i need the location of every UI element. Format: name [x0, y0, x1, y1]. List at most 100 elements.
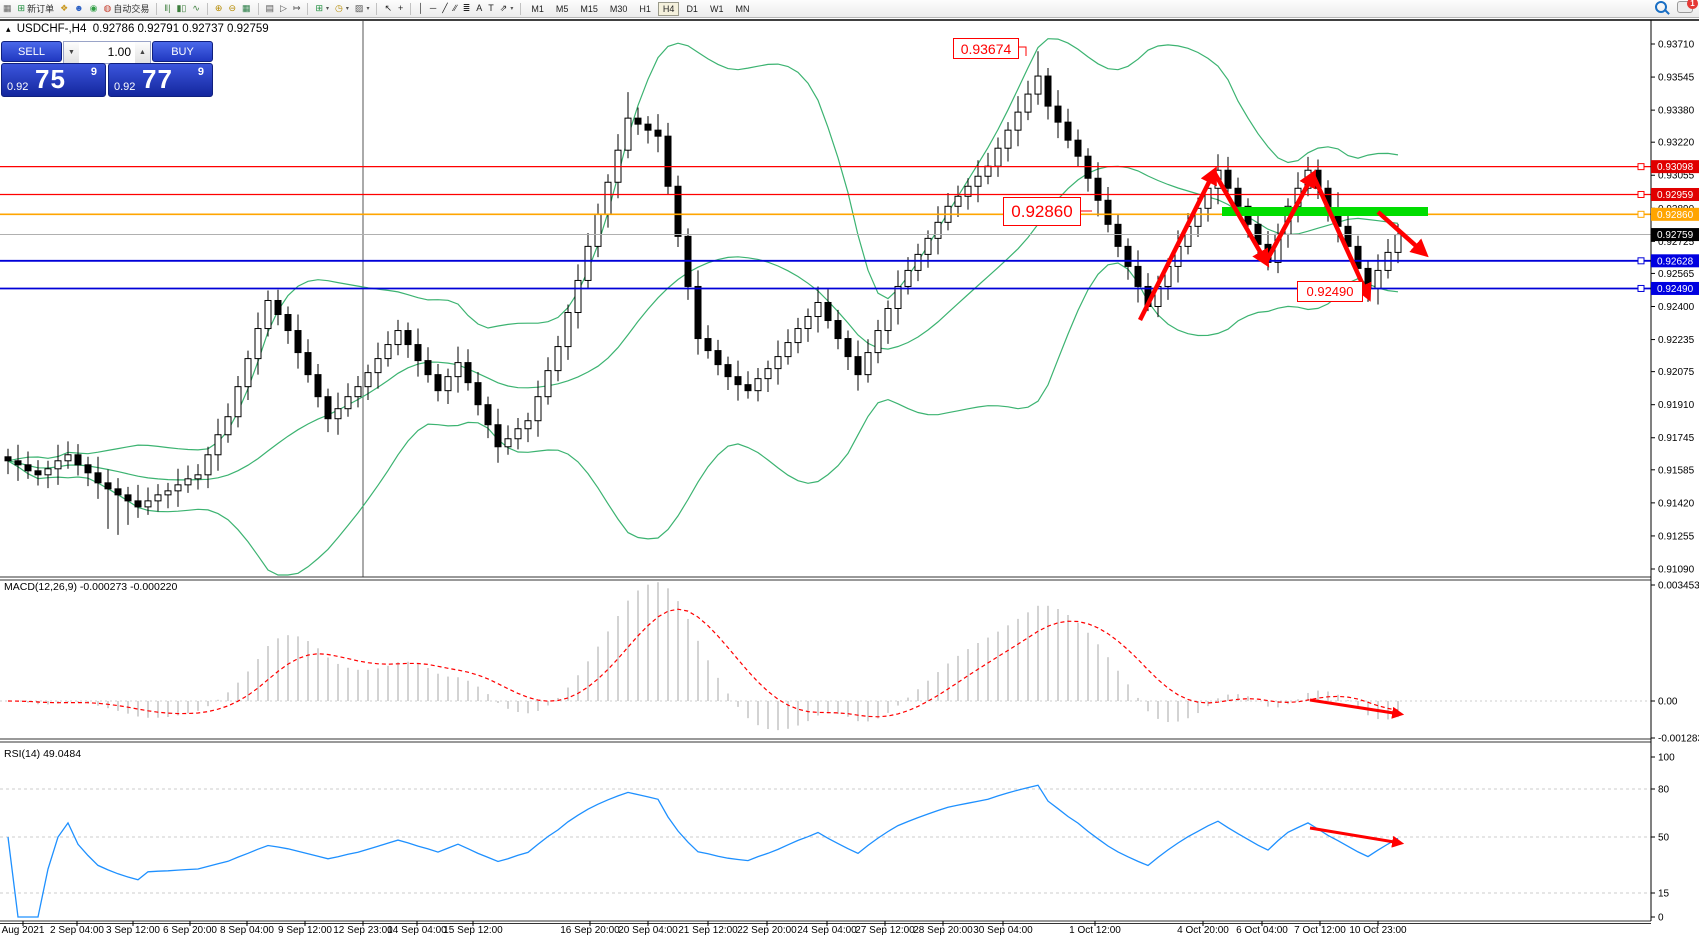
templates-button[interactable]: ▨▾ — [352, 1, 373, 16]
timeframe-mn-button[interactable]: MN — [730, 2, 754, 16]
horizontal-line-button[interactable]: ─ — [427, 1, 439, 16]
bar-chart-icon[interactable]: ‖| — [161, 1, 173, 16]
time-tick-label: 14 Sep 04:00 — [387, 925, 447, 935]
toolbar-separator — [376, 3, 377, 15]
indicators-add-button[interactable]: ⊞▾ — [312, 1, 332, 16]
candle-body — [345, 397, 351, 409]
candle-body — [435, 375, 441, 391]
text-label-button[interactable]: T — [485, 1, 497, 16]
level-line-handle[interactable] — [1638, 285, 1644, 291]
new-chart-icon-glyph: ▦ — [3, 4, 12, 13]
dropdown-caret-icon: ▾ — [510, 5, 513, 12]
candle-body — [725, 365, 731, 377]
price-tag-0.92490: 0.92490 — [1651, 282, 1699, 295]
channel-button[interactable]: ∕∕ — [451, 1, 460, 16]
buy-button[interactable]: BUY — [152, 41, 213, 62]
autotrading-button-label: 自动交易 — [113, 2, 149, 15]
trend-arrow[interactable] — [1313, 175, 1368, 296]
chart-profiles-icon[interactable]: ❖ — [57, 1, 71, 16]
chart-canvas[interactable]: 0.937100.935450.933800.932200.930550.928… — [0, 0, 1699, 935]
trendline-button[interactable]: ╱ — [439, 1, 450, 16]
timeframe-m5-button[interactable]: M5 — [551, 2, 574, 16]
candle-body — [515, 429, 521, 439]
candle-body — [585, 246, 591, 280]
candle-body — [865, 353, 871, 375]
search-icon[interactable] — [1655, 1, 1667, 13]
new-chart-icon[interactable]: ▦ — [0, 1, 15, 16]
line-chart-icon[interactable]: ∿ — [189, 1, 203, 16]
candlestick-chart-icon[interactable]: ▮▯ — [173, 1, 189, 16]
candle-body — [605, 182, 611, 214]
price-callout[interactable]: 0.93674 — [953, 38, 1019, 59]
timeframe-h4-button[interactable]: H4 — [658, 2, 680, 16]
candle-body — [705, 339, 711, 351]
buy-price-display[interactable]: 0.92 77 9 — [108, 63, 213, 97]
rsi-tick-label: 50 — [1658, 833, 1670, 844]
candle-body — [915, 254, 921, 270]
candle-body — [975, 176, 981, 186]
candle-body — [1045, 76, 1051, 106]
timeframe-w1-button[interactable]: W1 — [705, 2, 729, 16]
dropdown-caret-icon: ▾ — [326, 5, 329, 12]
level-line-handle[interactable] — [1638, 164, 1644, 170]
rsi-trend-arrow[interactable] — [1310, 828, 1400, 843]
timeframe-h1-button[interactable]: H1 — [634, 2, 656, 16]
price-callout[interactable]: 0.92860 — [1003, 197, 1081, 226]
toolbar-separator — [156, 3, 157, 15]
candle-body — [1005, 130, 1011, 148]
price-tag-text: 0.92490 — [1657, 284, 1694, 295]
lot-size-input[interactable]: 1.00 — [79, 42, 135, 63]
level-line-handle[interactable] — [1638, 191, 1644, 197]
lot-increase-button[interactable]: ▲ — [135, 42, 150, 63]
candle-body — [305, 353, 311, 375]
sell-button[interactable]: SELL — [1, 41, 62, 62]
tile-windows-icon[interactable]: ▦ — [239, 1, 254, 16]
lot-decrease-button[interactable]: ▼ — [64, 42, 79, 63]
signal-icon[interactable]: ◉ — [87, 1, 101, 16]
price-tag-text: 0.92860 — [1657, 210, 1694, 221]
time-tick-label: Aug 2021 — [2, 925, 45, 935]
new-order-button[interactable]: ⊞新订单 — [15, 1, 58, 16]
sell-price-pipette: 9 — [91, 66, 97, 78]
trend-arrow[interactable] — [1266, 175, 1313, 262]
level-line-handle[interactable] — [1638, 211, 1644, 217]
candle-body — [1125, 246, 1131, 266]
price-callout[interactable]: 0.92490 — [1297, 281, 1363, 302]
time-tick-label: 2 Sep 04:00 — [50, 925, 104, 935]
sell-price-display[interactable]: 0.92 75 9 — [1, 63, 106, 97]
timeframe-m30-button[interactable]: M30 — [605, 2, 633, 16]
time-tick-label: 8 Sep 04:00 — [220, 925, 274, 935]
level-line-handle[interactable] — [1638, 258, 1644, 264]
autotrading-button[interactable]: ◍自动交易 — [101, 1, 153, 16]
timeframe-d1-button[interactable]: D1 — [681, 2, 703, 16]
candle-body — [15, 461, 21, 465]
zoom-in-button[interactable]: ⊕ — [212, 1, 226, 16]
notifications-chat-icon[interactable]: 1 — [1677, 1, 1693, 13]
market-watch-icon-glyph: ☻ — [74, 4, 83, 13]
autotrading-glyph: ◍ — [104, 4, 112, 13]
candle-body — [545, 371, 551, 397]
cursor-arrow-button[interactable]: ↖ — [381, 1, 395, 16]
horizontal-levels — [0, 164, 1651, 292]
market-watch-icon[interactable]: ☻ — [71, 1, 86, 16]
timeframe-m15-button[interactable]: M15 — [575, 2, 603, 16]
candle-body — [795, 329, 801, 343]
auto-scroll-icon[interactable]: ▷ — [277, 1, 290, 16]
green-highlight-zone[interactable] — [1222, 207, 1428, 216]
zoom-out-button[interactable]: ⊖ — [225, 1, 239, 16]
vertical-line-button[interactable]: │ — [415, 1, 427, 16]
candle-body — [885, 309, 891, 331]
chart-shift-icon[interactable]: ↦ — [290, 1, 304, 16]
price-tick-label: 0.93380 — [1658, 106, 1695, 117]
crosshair-button[interactable]: + — [395, 1, 406, 16]
fibonacci-button[interactable]: ≣ — [460, 1, 474, 16]
arrows-button[interactable]: ⇗▾ — [497, 1, 517, 16]
periods-clock-button[interactable]: ◷▾ — [332, 1, 352, 16]
candle-body — [275, 300, 281, 314]
candle-body — [555, 347, 561, 371]
macd-trend-arrow[interactable] — [1310, 700, 1400, 714]
timeframe-m1-button[interactable]: M1 — [526, 2, 549, 16]
arrange-windows-icon[interactable]: ▤ — [263, 1, 278, 16]
vertical-line-glyph: │ — [418, 4, 424, 13]
text-button[interactable]: A — [473, 1, 485, 16]
